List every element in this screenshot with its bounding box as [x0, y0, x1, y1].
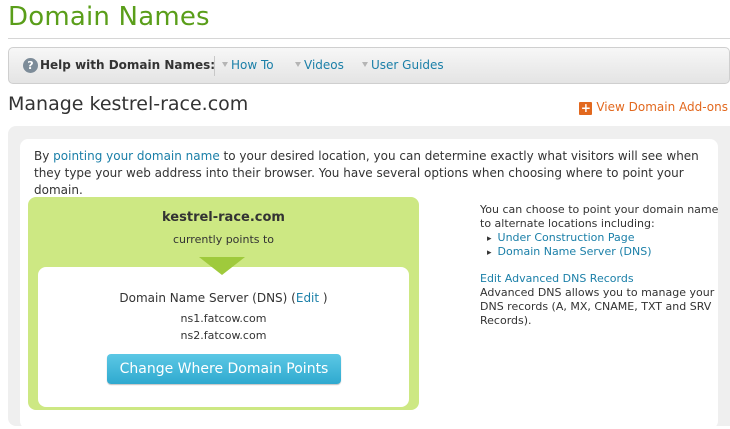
help-label: Help with Domain Names: — [40, 58, 216, 72]
edit-dns-link[interactable]: Edit — [296, 291, 319, 305]
bullet-arrow-icon: ▸ — [487, 234, 492, 244]
intro-text: By pointing your domain name to your des… — [34, 148, 704, 199]
view-addons-label: View Domain Add-ons — [596, 100, 728, 114]
plus-icon: + — [579, 101, 593, 115]
dropdown-triangle-icon — [362, 62, 368, 67]
help-link-how-to[interactable]: How To — [231, 58, 274, 72]
help-icon: ? — [23, 58, 38, 73]
nameserver-2: ns2.fatcow.com — [180, 329, 267, 342]
change-domain-points-button[interactable]: Change Where Domain Points — [107, 354, 341, 384]
sidebar-intro: You can choose to point your domain name… — [480, 203, 719, 230]
edit-paren-close: ) — [319, 291, 328, 305]
help-link-videos[interactable]: Videos — [304, 58, 344, 72]
sidebar-option-under-construction[interactable]: ▸ Under Construction Page — [487, 231, 635, 244]
sidebar-option-label: Under Construction Page — [497, 231, 635, 244]
dropdown-triangle-icon — [295, 62, 301, 67]
edit-paren-open: ( — [287, 291, 296, 305]
help-link-user-guides[interactable]: User Guides — [371, 58, 444, 72]
sidebar-option-label: Domain Name Server (DNS) — [497, 245, 652, 258]
nameserver-1: ns1.fatcow.com — [180, 312, 267, 325]
dropdown-triangle-icon — [222, 62, 228, 67]
help-divider — [214, 56, 215, 76]
arrow-down-icon — [199, 257, 245, 275]
pointing-target-label: Domain Name Server (DNS) — [119, 291, 288, 305]
view-addons-link[interactable]: + View Domain Add-ons — [579, 100, 728, 115]
currently-points-label: currently points to — [172, 233, 275, 246]
help-bar: ? Help with Domain Names: How To Videos … — [8, 47, 730, 84]
edit-advanced-dns-link[interactable]: Edit Advanced DNS Records — [480, 272, 634, 285]
page-title: Domain Names — [8, 2, 210, 32]
domain-name: kestrel-race.com — [162, 210, 285, 225]
intro-prefix: By — [34, 149, 54, 163]
advanced-dns-description: Advanced DNS allows you to manage your D… — [480, 286, 715, 327]
pointing-target: Domain Name Server (DNS) (Edit ) — [38, 291, 409, 305]
manage-title: Manage kestrel-race.com — [8, 93, 249, 115]
title-divider — [8, 38, 730, 39]
pointing-link[interactable]: pointing your domain name — [53, 149, 220, 163]
sidebar-option-dns[interactable]: ▸ Domain Name Server (DNS) — [487, 245, 652, 258]
bullet-arrow-icon: ▸ — [487, 248, 492, 258]
